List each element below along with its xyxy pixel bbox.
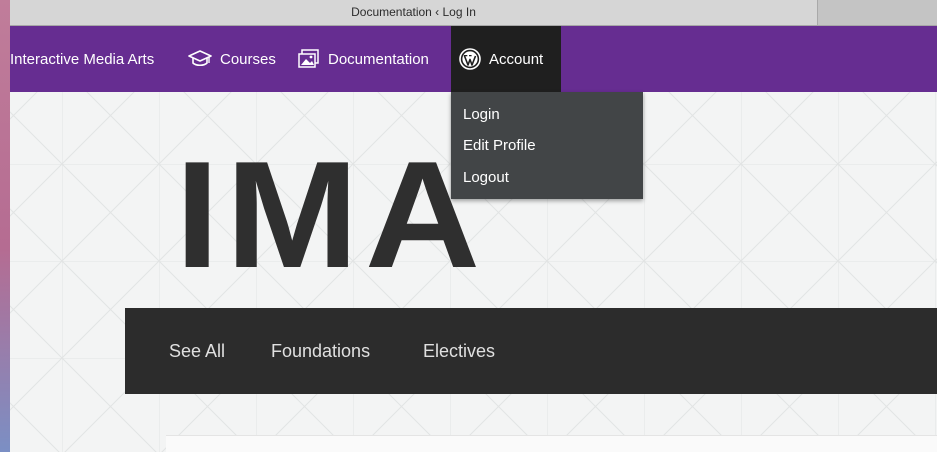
content-card	[166, 435, 937, 452]
wordpress-icon	[459, 48, 481, 70]
gallery-icon	[298, 49, 320, 69]
browser-tab-active[interactable]: Documentation ‹ Log In	[10, 0, 818, 25]
nav-link-electives[interactable]: Electives	[423, 308, 495, 394]
site-name-label: Interactive Media Arts	[10, 50, 155, 68]
courses-label: Courses	[220, 50, 276, 68]
desktop-background	[0, 0, 10, 452]
admin-bar-account[interactable]: Account	[451, 26, 561, 92]
documentation-label: Documentation	[328, 50, 429, 68]
account-label: Account	[489, 50, 544, 68]
admin-bar-documentation[interactable]: Documentation	[298, 26, 429, 92]
nav-link-foundations[interactable]: Foundations	[271, 308, 370, 394]
graduation-cap-icon	[188, 50, 212, 68]
admin-bar: Interactive Media Arts Courses Documenta…	[10, 26, 937, 92]
menu-item-login[interactable]: Login	[463, 106, 500, 123]
admin-bar-site-name[interactable]: Interactive Media Arts	[10, 26, 154, 92]
browser-tab-empty[interactable]	[818, 0, 937, 25]
nav-link-see-all[interactable]: See All	[169, 308, 225, 394]
tab-strip: Documentation ‹ Log In	[10, 0, 937, 26]
course-category-nav: See All Foundations Electives	[125, 308, 937, 394]
admin-bar-courses[interactable]: Courses	[188, 26, 276, 92]
browser-window: Documentation ‹ Log In Interactive Media…	[10, 0, 937, 452]
site-logo[interactable]: IMA	[175, 139, 486, 291]
